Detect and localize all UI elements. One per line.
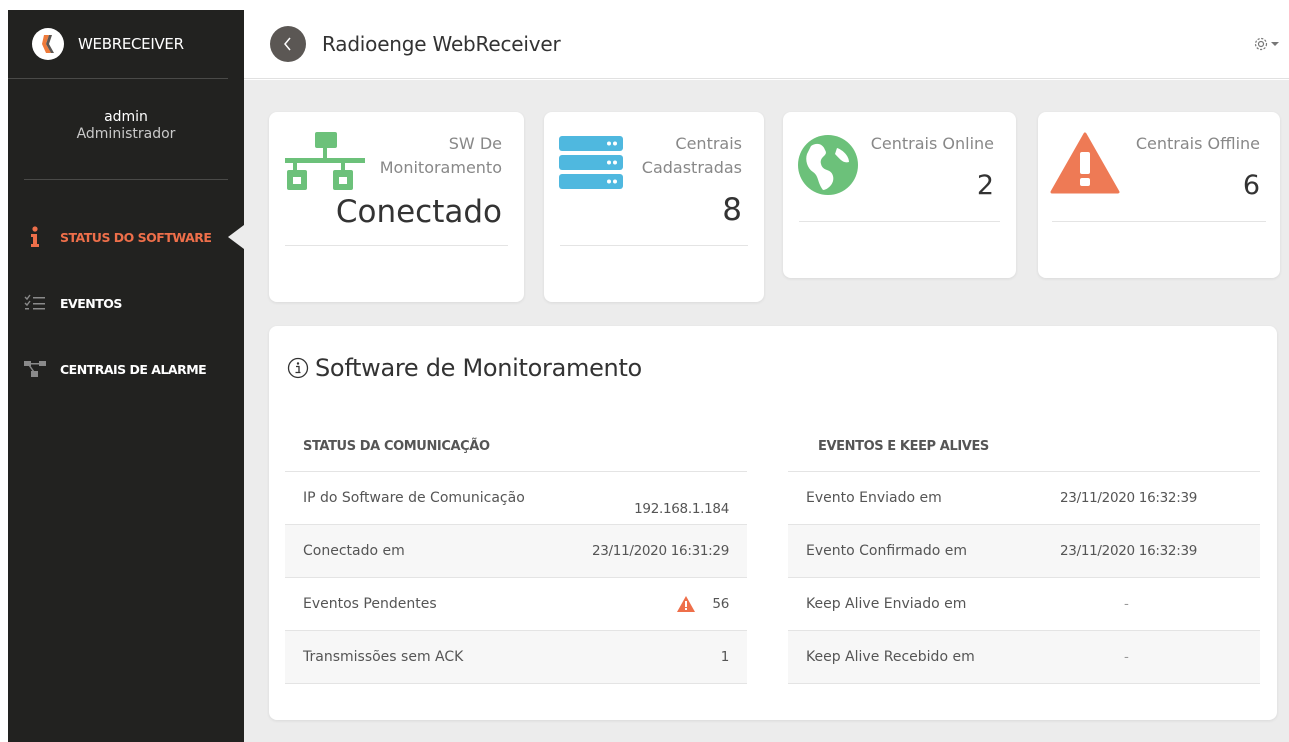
row-value: 192.168.1.184 — [634, 501, 729, 517]
row-label: Transmissões sem ACK — [303, 649, 464, 665]
card-divider — [560, 245, 748, 246]
row-value: - — [1124, 596, 1129, 612]
card-centrais-offline: Centrais Offline 6 — [1038, 112, 1280, 278]
warning-icon — [677, 596, 696, 612]
main-content: SW De Monitoramento Conectado Centrais C… — [244, 80, 1289, 742]
card-value: Conectado — [335, 194, 502, 230]
table-row: Evento Confirmado em 23/11/2020 16:32:39 — [788, 525, 1260, 578]
row-value: - — [1124, 649, 1129, 665]
table-row: Keep Alive Enviado em - — [788, 578, 1260, 631]
sidebar-item-label: CENTRAIS DE ALARME — [60, 361, 207, 377]
chevron-left-icon — [284, 37, 291, 51]
panel-title: Software de Monitoramento — [287, 354, 642, 382]
brand[interactable]: WEBRECEIVER — [8, 10, 228, 79]
top-bar: Radioenge WebReceiver — [244, 10, 1289, 79]
table-heading: EVENTOS E KEEP ALIVES — [788, 422, 1260, 472]
back-button[interactable] — [270, 26, 306, 62]
row-label: Keep Alive Recebido em — [806, 649, 975, 665]
card-title: SW De Monitoramento — [379, 134, 502, 177]
card-divider — [1052, 221, 1266, 222]
brand-logo-icon — [32, 28, 64, 60]
caret-down-icon — [1271, 42, 1279, 46]
card-value: 2 — [976, 170, 994, 201]
page-title: Radioenge WebReceiver — [322, 32, 561, 56]
sidebar-item-status-do-software[interactable]: STATUS DO SOFTWARE — [8, 204, 244, 270]
card-sw-monitoramento: SW De Monitoramento Conectado — [269, 112, 524, 302]
row-label: Eventos Pendentes — [303, 596, 437, 612]
card-divider — [285, 245, 508, 246]
status-comunicacao-table: STATUS DA COMUNICAÇÃO IP do Software de … — [285, 422, 747, 684]
sidebar-nav: STATUS DO SOFTWARE EVENTOS CENTRAIS DE A… — [8, 204, 244, 402]
card-title: Centrais Cadastradas — [641, 134, 742, 177]
table-row: IP do Software de Comunicação 192.168.1.… — [285, 472, 747, 525]
info-circle-icon — [287, 357, 309, 379]
eventos-keep-alives-table: EVENTOS E KEEP ALIVES Evento Enviado em … — [788, 422, 1260, 684]
info-icon — [24, 226, 46, 248]
row-value: 23/11/2020 16:32:39 — [1060, 543, 1198, 559]
sidebar-item-centrais-de-alarme[interactable]: CENTRAIS DE ALARME — [8, 336, 244, 402]
table-row: Keep Alive Recebido em - — [788, 631, 1260, 684]
row-label: Keep Alive Enviado em — [806, 596, 967, 612]
user-role: Administrador — [76, 126, 176, 142]
monitoring-panel: Software de Monitoramento STATUS DA COMU… — [269, 326, 1277, 720]
checklist-icon — [24, 292, 46, 314]
table-heading: STATUS DA COMUNICAÇÃO — [285, 422, 747, 472]
row-value: 23/11/2020 16:32:39 — [1060, 490, 1198, 506]
sidebar-item-label: STATUS DO SOFTWARE — [60, 229, 212, 245]
card-centrais-cadastradas: Centrais Cadastradas 8 — [544, 112, 764, 302]
card-centrais-online: Centrais Online 2 — [783, 112, 1016, 278]
row-value-group: 56 — [676, 595, 729, 613]
row-value: 23/11/2020 16:31:29 — [591, 543, 729, 559]
sidebar: WEBRECEIVER admin Administrador STATUS D… — [8, 10, 244, 742]
sidebar-item-eventos[interactable]: EVENTOS — [8, 270, 244, 336]
card-value: 6 — [1242, 170, 1260, 201]
panel-title-text: Software de Monitoramento — [315, 354, 642, 382]
user-info: admin Administrador — [24, 79, 228, 180]
card-value: 8 — [722, 192, 742, 228]
user-name: admin — [104, 109, 148, 125]
row-label: IP do Software de Comunicação — [303, 490, 525, 506]
table-row: Evento Enviado em 23/11/2020 16:32:39 — [788, 472, 1260, 525]
brand-name: WEBRECEIVER — [78, 35, 184, 53]
card-title: Centrais Offline — [1135, 134, 1260, 153]
settings-dropdown[interactable] — [1253, 36, 1279, 52]
table-row: Eventos Pendentes 56 — [285, 578, 747, 631]
sidebar-item-label: EVENTOS — [60, 295, 122, 311]
row-label: Evento Confirmado em — [806, 543, 968, 559]
table-row: Transmissões sem ACK 1 — [285, 631, 747, 684]
gear-icon — [1254, 37, 1268, 51]
row-label: Conectado em — [303, 543, 405, 559]
card-title: Centrais Online — [870, 134, 994, 153]
row-label: Evento Enviado em — [806, 490, 942, 506]
row-value: 56 — [712, 596, 729, 612]
network-icon — [24, 358, 46, 380]
row-value: 1 — [720, 649, 730, 665]
card-divider — [799, 221, 1000, 222]
table-row: Conectado em 23/11/2020 16:31:29 — [285, 525, 747, 578]
